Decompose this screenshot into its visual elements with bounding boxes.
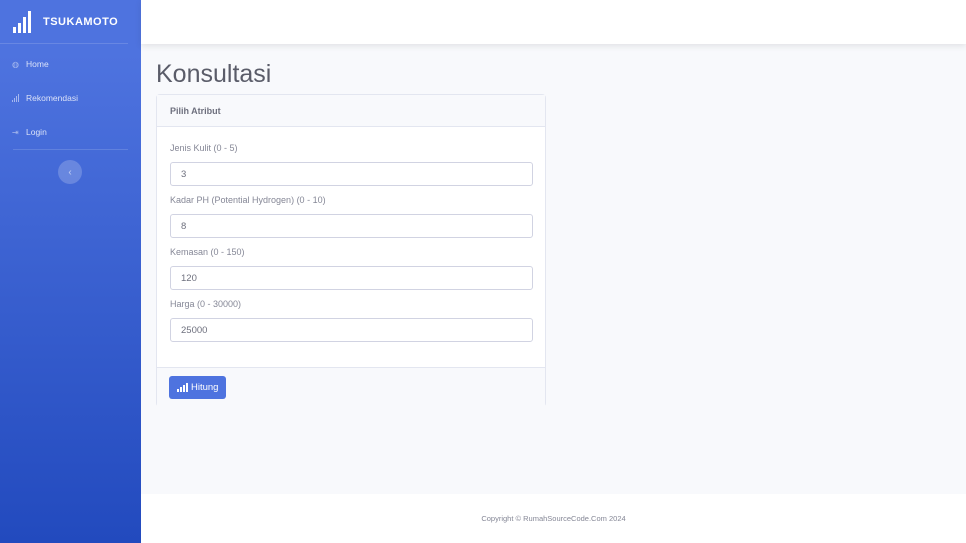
sidebar-item-label: Home [26, 59, 49, 69]
sidebar-item-home[interactable]: ◍ Home [0, 47, 141, 81]
login-icon: ⇥ [12, 127, 19, 137]
kemasan-input[interactable]: 120 [170, 266, 533, 290]
sidebar-item-login[interactable]: ⇥ Login [0, 115, 141, 149]
harga-input[interactable]: 25000 [170, 318, 533, 342]
field-label-harga: Harga (0 - 30000) [170, 299, 242, 309]
sidebar-brand[interactable]: TSUKAMOTO [0, 0, 128, 44]
brand-name: TSUKAMOTO [43, 15, 119, 28]
sidebar-item-label: Rekomendasi [26, 93, 78, 103]
hitung-button[interactable]: Hitung [169, 376, 227, 399]
copyright-text: Copyright © RumahSourceCode.Com 2024 [481, 514, 626, 523]
footer: Copyright © RumahSourceCode.Com 2024 [141, 494, 966, 543]
sidebar-item-label: Login [26, 127, 47, 137]
chevron-left-icon: ‹ [68, 166, 72, 178]
signal-icon [13, 10, 31, 33]
sidebar-item-rekomendasi[interactable]: Rekomendasi [0, 81, 141, 115]
field-label-jenis-kulit: Jenis Kulit (0 - 5) [170, 143, 238, 153]
kadar-ph-input[interactable]: 8 [170, 214, 533, 238]
field-label-kadar-ph: Kadar PH (Potential Hydrogen) (0 - 10) [170, 195, 326, 205]
card-body: Jenis Kulit (0 - 5) 3 Kadar PH (Potentia… [157, 127, 545, 342]
card-footer: Hitung [157, 367, 545, 407]
field-label-kemasan: Kemasan (0 - 150) [170, 247, 245, 257]
signal-icon [177, 383, 188, 392]
jenis-kulit-input[interactable]: 3 [170, 162, 533, 186]
hitung-button-label: Hitung [191, 382, 219, 393]
sidebar: TSUKAMOTO ◍ Home Rekomendasi ⇥ Login ‹ [0, 0, 141, 543]
topbar [141, 0, 966, 44]
page-title: Konsultasi [156, 60, 272, 88]
attribute-card: Pilih Atribut Jenis Kulit (0 - 5) 3 Kada… [156, 94, 546, 407]
sidebar-toggle-button[interactable]: ‹ [58, 160, 82, 184]
sidebar-divider [13, 149, 128, 150]
card-header: Pilih Atribut [157, 95, 545, 127]
dashboard-icon: ◍ [12, 59, 19, 69]
signal-icon [12, 94, 22, 102]
